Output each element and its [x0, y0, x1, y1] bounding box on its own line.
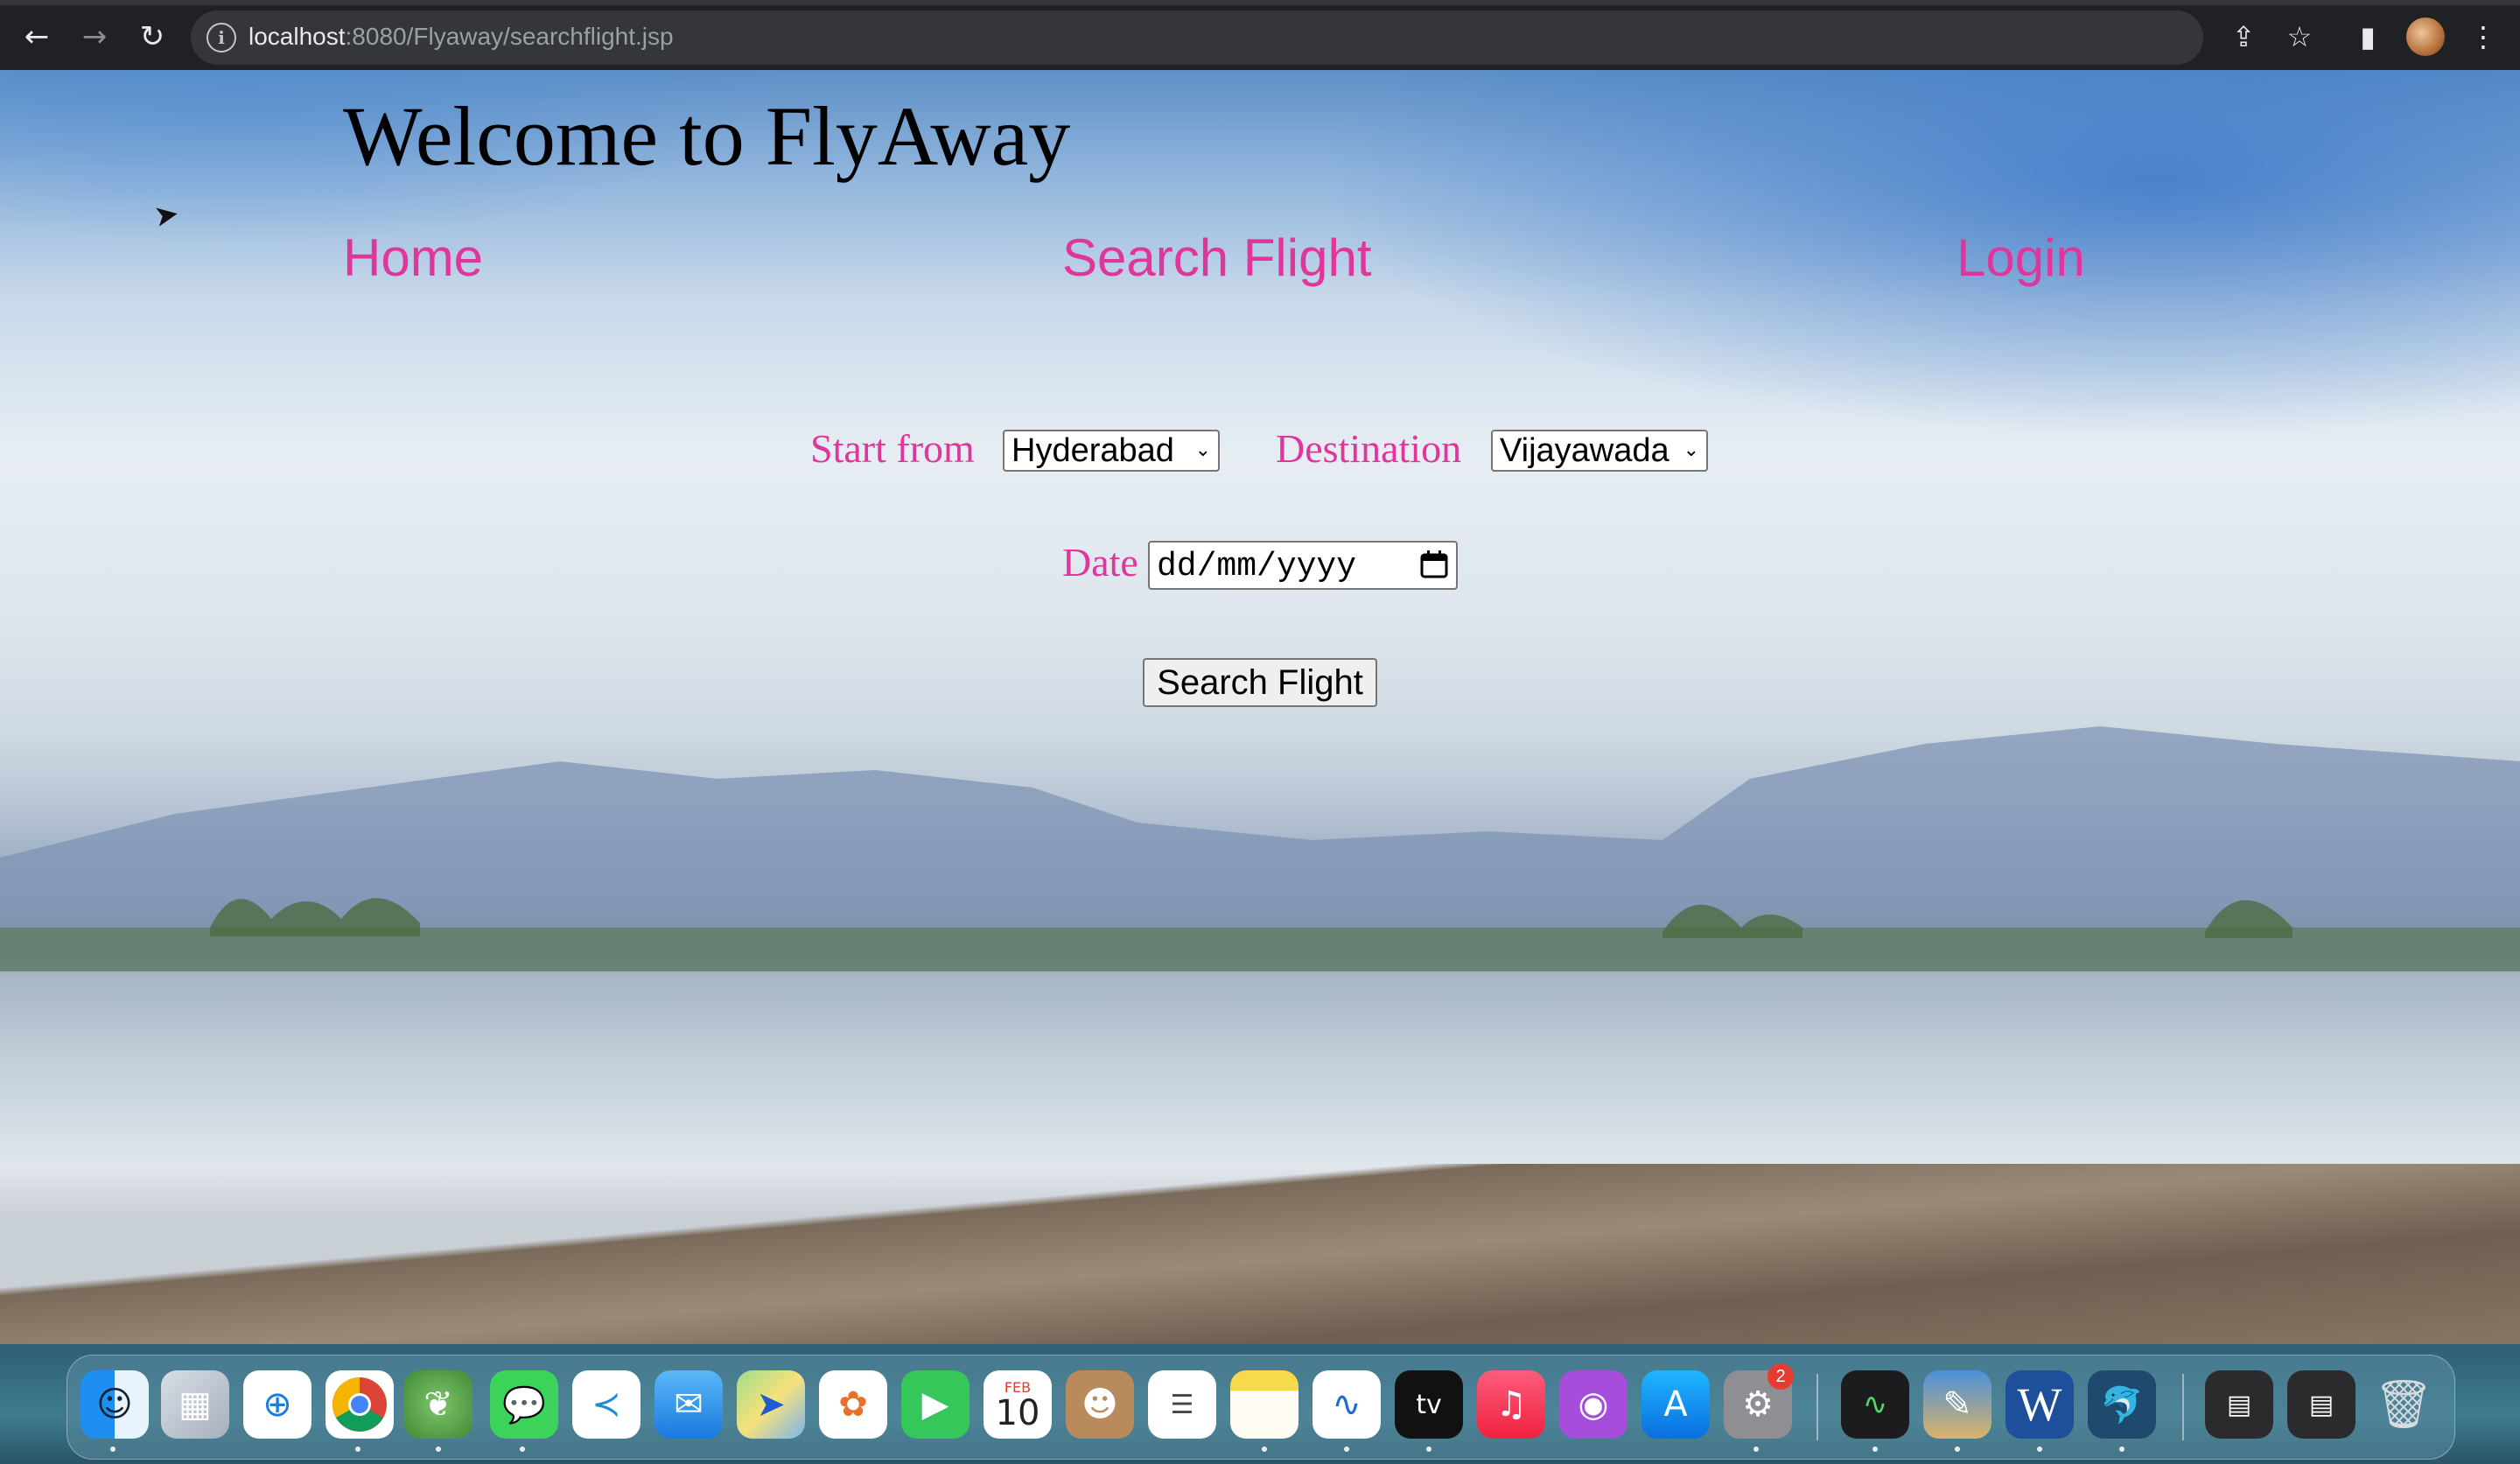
page-viewport: ➤ Welcome to FlyAway Home Search Flight … — [0, 70, 2520, 1344]
reminders-icon[interactable]: ☰ — [1148, 1370, 1216, 1439]
running-indicator — [355, 1446, 360, 1452]
running-indicator — [2119, 1446, 2124, 1452]
reload-icon[interactable]: ↻ — [128, 12, 177, 61]
running-indicator — [1955, 1446, 1960, 1452]
background-pier — [0, 1164, 2520, 1344]
launchpad-icon[interactable]: ▦ — [161, 1370, 229, 1439]
preview-icon[interactable]: ✎ — [1923, 1370, 1992, 1439]
more-menu-icon[interactable]: ⋮ — [2459, 12, 2508, 61]
nav-search-flight-link[interactable]: Search Flight — [1062, 228, 1372, 288]
date-label: Date — [1062, 540, 1138, 585]
chevron-down-icon: ⌄ — [1194, 439, 1211, 461]
nav-login-link[interactable]: Login — [1956, 228, 2085, 288]
destination-value: Vijayawada — [1500, 432, 1670, 469]
background-sky — [1312, 70, 2520, 438]
calendar-icon[interactable] — [1419, 550, 1449, 579]
start-from-select[interactable]: Hyderabad ⌄ — [1003, 430, 1220, 472]
contacts-icon[interactable]: ☻ — [1066, 1370, 1134, 1439]
spring-tools-icon[interactable]: ❦ — [404, 1370, 472, 1439]
word-icon[interactable]: W — [2006, 1370, 2074, 1439]
start-from-label: Start from — [810, 426, 975, 471]
page-title: Welcome to FlyAway — [343, 89, 1071, 183]
side-panel-icon[interactable]: ▮ — [2343, 12, 2392, 61]
date-input[interactable]: dd/mm/yyyy — [1148, 541, 1458, 590]
site-info-icon[interactable]: i — [206, 23, 236, 53]
nav-home-link[interactable]: Home — [343, 228, 483, 288]
freeform-icon[interactable]: ∿ — [1312, 1370, 1381, 1439]
profile-avatar[interactable] — [2406, 18, 2445, 56]
running-indicator — [1426, 1446, 1432, 1452]
music-icon[interactable]: ♫ — [1477, 1370, 1545, 1439]
finder-icon[interactable]: ☺ — [80, 1370, 149, 1439]
apple-tv-icon[interactable]: tv — [1395, 1370, 1463, 1439]
mysql-workbench-icon[interactable]: 🐬 — [2088, 1370, 2156, 1439]
running-indicator — [1754, 1446, 1759, 1452]
destination-select[interactable]: Vijayawada ⌄ — [1491, 430, 1708, 472]
photos-icon[interactable]: ✿ — [819, 1370, 887, 1439]
vscode-icon[interactable]: ≺ — [572, 1370, 640, 1439]
dock-separator — [2182, 1374, 2184, 1440]
running-indicator — [1262, 1446, 1267, 1452]
maps-icon[interactable]: ➤ — [737, 1370, 805, 1439]
activity-monitor-icon[interactable]: ∿ — [1841, 1370, 1909, 1439]
bookmark-star-icon[interactable]: ☆ — [2275, 12, 2324, 61]
calendar-app-icon[interactable]: FEB 10 — [984, 1370, 1052, 1439]
apple-tv-label: tv — [1416, 1389, 1442, 1420]
running-indicator — [436, 1446, 441, 1452]
search-flight-button[interactable]: Search Flight — [1143, 658, 1377, 707]
messages-icon[interactable]: 💬 — [490, 1370, 558, 1439]
word-letter: W — [2017, 1378, 2062, 1431]
trash-icon[interactable]: 🗑 — [2370, 1370, 2438, 1439]
start-from-value: Hyderabad — [1012, 432, 1174, 469]
tab-strip — [0, 0, 2520, 5]
background-mountains — [0, 726, 2520, 971]
running-indicator — [520, 1446, 525, 1452]
destination-label: Destination — [1276, 426, 1462, 471]
running-indicator — [1344, 1446, 1349, 1452]
browser-toolbar: ← → ↻ i localhost:8080/Flyaway/searchfli… — [0, 0, 2520, 70]
podcasts-icon[interactable]: ◉ — [1559, 1370, 1628, 1439]
app-store-icon[interactable]: A — [1642, 1370, 1710, 1439]
recent-window-icon[interactable]: ▤ — [2205, 1370, 2273, 1439]
share-icon[interactable]: ⇪ — [2219, 12, 2268, 61]
chevron-down-icon: ⌄ — [1683, 439, 1699, 461]
forward-arrow-icon[interactable]: → — [70, 12, 119, 61]
date-placeholder: dd/mm/yyyy — [1157, 548, 1357, 585]
safari-icon[interactable]: ⊕ — [243, 1370, 312, 1439]
settings-badge: 2 — [1768, 1363, 1794, 1390]
running-indicator — [2037, 1446, 2042, 1452]
calendar-day: 10 — [995, 1392, 1040, 1433]
facetime-icon[interactable]: ▶ — [901, 1370, 970, 1439]
recent-window-icon[interactable]: ▤ — [2287, 1370, 2356, 1439]
back-arrow-icon[interactable]: ← — [12, 12, 61, 61]
address-bar[interactable]: i localhost:8080/Flyaway/searchflight.js… — [191, 11, 2203, 65]
dock-separator — [1816, 1374, 1818, 1440]
running-indicator — [110, 1446, 116, 1452]
notes-icon[interactable] — [1230, 1370, 1298, 1439]
chrome-icon[interactable] — [326, 1370, 394, 1439]
mail-icon[interactable]: ✉ — [654, 1370, 723, 1439]
running-indicator — [1872, 1446, 1878, 1452]
address-url[interactable]: localhost:8080/Flyaway/searchflight.jsp — [248, 23, 674, 51]
